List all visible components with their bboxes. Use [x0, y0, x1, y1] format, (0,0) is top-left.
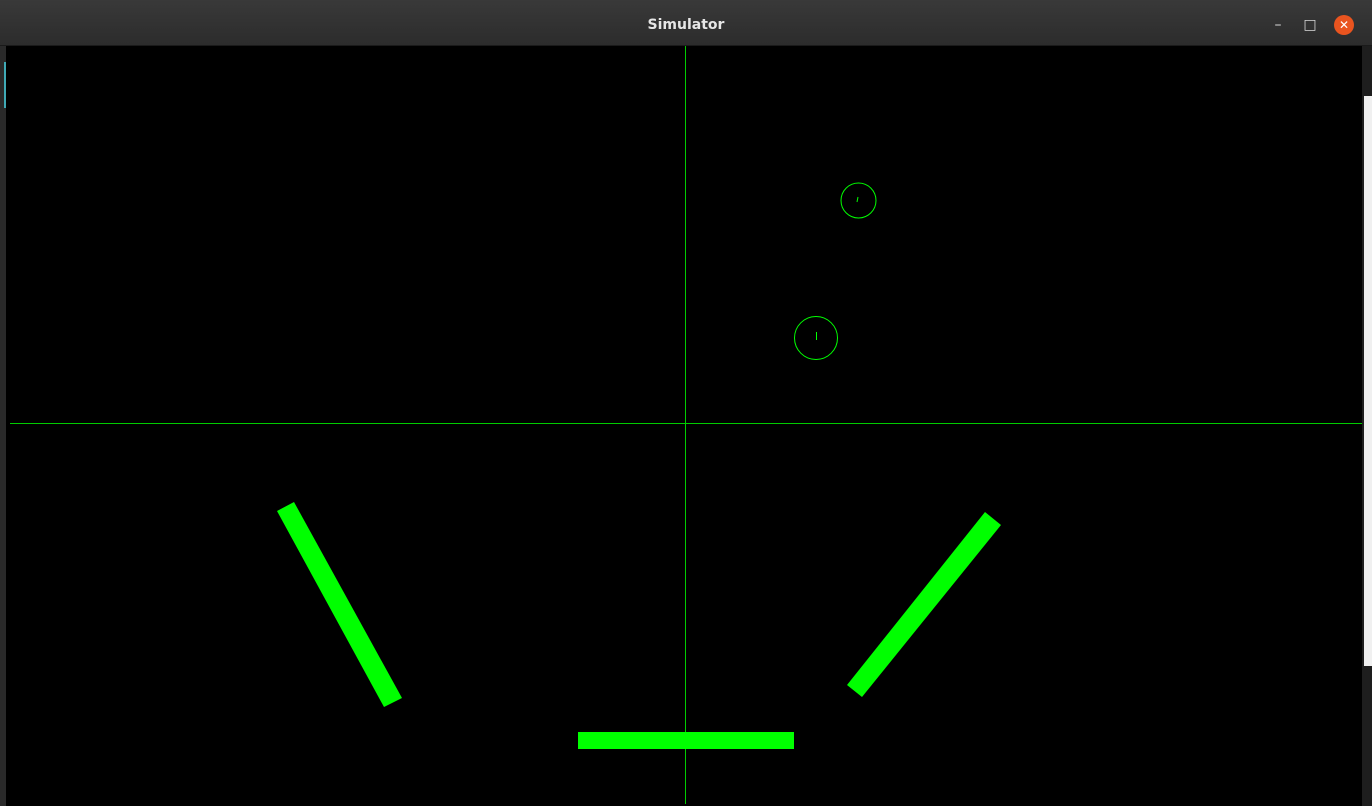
scrollbar-thumb[interactable]	[1364, 96, 1372, 666]
bottom-paddle[interactable]	[578, 732, 794, 749]
close-button[interactable]: ✕	[1334, 15, 1354, 35]
maximize-icon: □	[1303, 17, 1317, 33]
right-paddle[interactable]	[847, 512, 1001, 697]
left-edge-accent	[4, 62, 6, 108]
window-title: Simulator	[647, 17, 725, 33]
simulator-window: Simulator – □ ✕	[0, 0, 1372, 806]
maximize-button[interactable]: □	[1300, 15, 1320, 35]
ball-2[interactable]	[794, 316, 838, 360]
minimize-icon: –	[1274, 17, 1282, 33]
left-paddle[interactable]	[277, 502, 402, 707]
simulation-canvas[interactable]	[0, 46, 1372, 806]
ball-1[interactable]	[840, 182, 877, 219]
close-icon: ✕	[1338, 18, 1350, 32]
minimize-button[interactable]: –	[1268, 15, 1288, 35]
left-window-edge	[0, 46, 6, 806]
title-bar[interactable]: Simulator – □ ✕	[0, 0, 1372, 46]
